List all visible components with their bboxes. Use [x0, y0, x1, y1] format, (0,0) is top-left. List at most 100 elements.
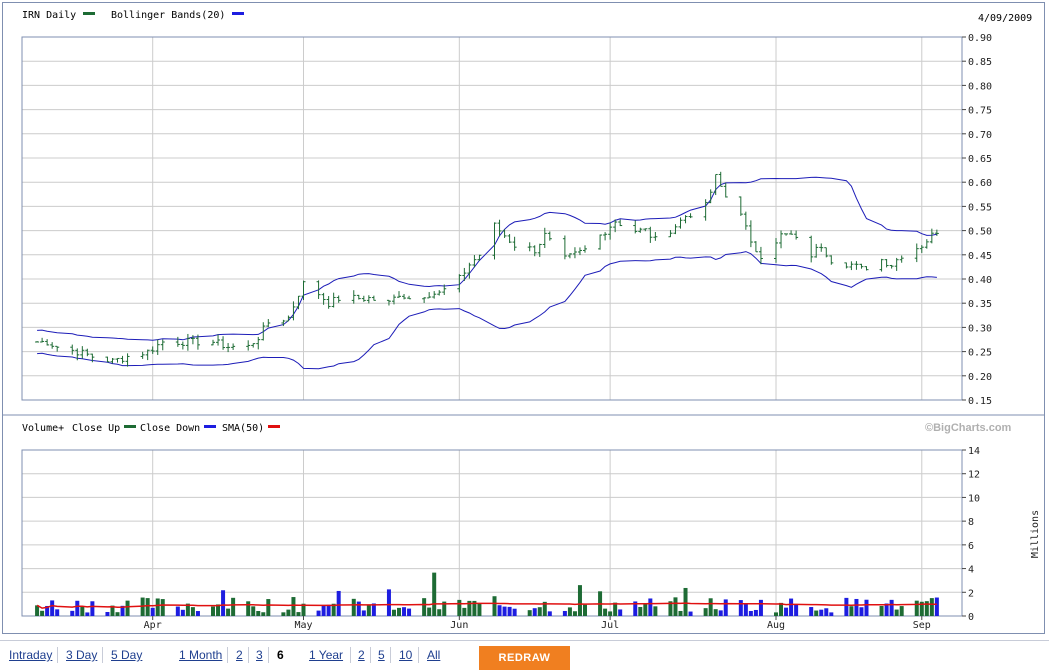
price-tick-label: 0.30 [968, 323, 992, 334]
volume-bar [774, 612, 779, 616]
nav-divider [370, 647, 371, 663]
nav-divider [418, 647, 419, 663]
volume-bar [175, 606, 180, 616]
volume-tick-label: 12 [968, 470, 980, 481]
volume-bar [291, 597, 296, 616]
upper-band-line [37, 176, 937, 341]
volume-bar [512, 608, 517, 616]
price-bar [45, 339, 50, 346]
volume-bar [844, 597, 849, 616]
volume-bar [195, 611, 200, 616]
sma-path [36, 602, 937, 609]
volume-bar [462, 607, 467, 616]
price-bar [477, 254, 482, 261]
volume-bar [577, 585, 582, 616]
range-2year-link[interactable]: 2 [358, 648, 365, 662]
close-up-swatch [124, 425, 136, 428]
price-tick-label: 0.25 [968, 348, 992, 359]
volume-bar [547, 611, 552, 616]
price-bar [829, 255, 834, 265]
volume-y-title: Millions [1030, 510, 1041, 558]
close-down-swatch [204, 425, 216, 428]
price-tick-label: 0.15 [968, 396, 992, 407]
volume-plot-area [21, 449, 963, 617]
volume-bar [567, 607, 572, 616]
range-5year-link[interactable]: 5 [378, 648, 385, 662]
nav-divider [57, 647, 58, 663]
nav-divider [102, 647, 103, 663]
volume-bar [648, 598, 653, 616]
volume-bar [678, 610, 683, 616]
price-bar [889, 264, 894, 269]
chart-canvas: IRN Daily Bollinger Bands(20) 4/09/2009 … [2, 10, 1045, 631]
redraw-button[interactable]: REDRAW [479, 646, 570, 670]
series-legend-swatch [83, 12, 95, 15]
volume-bar [266, 599, 271, 616]
price-tick-label: 0.75 [968, 106, 992, 117]
price-bar [140, 351, 145, 359]
price-bar [779, 230, 784, 249]
volume-bar [789, 598, 794, 616]
price-bar [211, 339, 216, 346]
volume-bar [281, 612, 286, 616]
volume-bar [643, 603, 648, 616]
range-3month-link[interactable]: 3 [256, 648, 263, 662]
volume-bar [532, 608, 537, 616]
range-1year-link[interactable]: 1 Year [309, 648, 343, 662]
volume-bar [50, 600, 55, 616]
volume-bar [356, 601, 361, 616]
volume-bar [150, 607, 155, 616]
price-bar [854, 261, 859, 270]
volume-bar [422, 598, 427, 616]
volume-bar [603, 608, 608, 616]
range-3day-link[interactable]: 3 Day [66, 648, 97, 662]
volume-bar [160, 599, 165, 616]
close-down-label: Close Down [140, 423, 200, 434]
volume-tick-label: 10 [968, 493, 980, 504]
price-bar [794, 230, 799, 240]
volume-bar [819, 609, 824, 616]
volume-bar [718, 610, 723, 616]
volume-bar [336, 590, 341, 616]
price-bar [512, 236, 517, 251]
volume-bar [934, 597, 939, 616]
range-intraday-link[interactable]: Intraday [9, 648, 52, 662]
volume-bar [683, 587, 688, 616]
price-bar [120, 355, 125, 364]
range-all-link[interactable]: All [427, 648, 440, 662]
volume-bar [723, 599, 728, 616]
month-label: Aug [767, 620, 785, 631]
price-bar [336, 295, 341, 303]
price-bar [291, 301, 296, 321]
volume-bar [738, 600, 743, 616]
sma-swatch [268, 425, 280, 428]
price-bar [608, 222, 613, 240]
price-bar [814, 243, 819, 258]
volume-bar [713, 609, 718, 616]
volume-grid [22, 449, 962, 617]
volume-bar [125, 600, 130, 616]
volume-bar [145, 598, 150, 616]
range-2month-link[interactable]: 2 [236, 648, 243, 662]
price-bar [437, 290, 442, 296]
price-bar [316, 280, 321, 299]
price-bar [743, 211, 748, 230]
month-label: May [294, 620, 312, 631]
volume-bar [824, 608, 829, 616]
price-bar [110, 358, 115, 364]
price-bar [547, 231, 552, 241]
price-bar [879, 258, 884, 272]
range-10year-link[interactable]: 10 [399, 648, 412, 662]
volume-bar [261, 612, 266, 616]
price-tick-label: 0.45 [968, 251, 992, 262]
volume-bar [673, 597, 678, 616]
volume-bar [55, 609, 60, 616]
price-bar [407, 295, 412, 300]
price-bar [216, 334, 221, 346]
volume-bar [753, 609, 758, 616]
volume-bar [794, 604, 799, 616]
price-bar [598, 234, 603, 250]
volume-bar [432, 572, 437, 616]
range-1month-link[interactable]: 1 Month [179, 648, 222, 662]
range-5day-link[interactable]: 5 Day [111, 648, 142, 662]
